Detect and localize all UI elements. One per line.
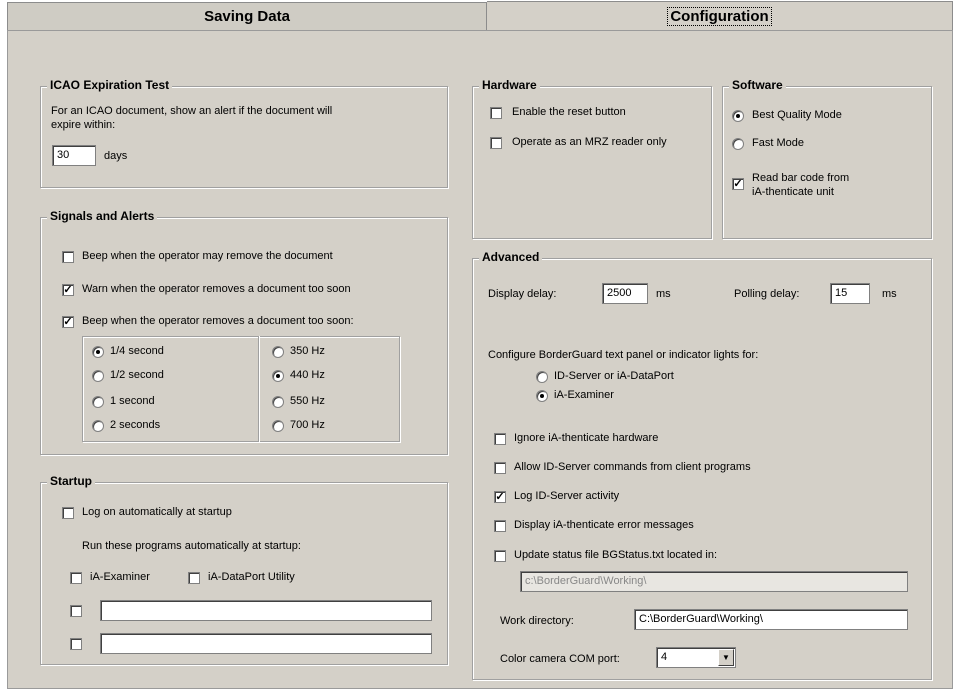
frequency-700-radio[interactable] xyxy=(272,420,284,432)
fast-mode-label: Fast Mode xyxy=(752,137,804,149)
logon-auto-checkbox[interactable] xyxy=(62,507,74,519)
com-port-select[interactable]: 4 ▼ xyxy=(656,647,736,668)
software-title: Software xyxy=(729,78,786,92)
update-status-label: Update status file BGStatus.txt located … xyxy=(514,549,717,561)
display-delay-unit: ms xyxy=(656,288,671,300)
warn-too-soon-label: Warn when the operator removes a documen… xyxy=(82,283,351,295)
startup-examiner-label: iA-Examiner xyxy=(90,571,150,583)
indicator-idserver-label: ID-Server or iA-DataPort xyxy=(554,370,674,382)
beep-may-remove-checkbox[interactable] xyxy=(62,251,74,263)
startup-dataport-label: iA-DataPort Utility xyxy=(208,571,295,583)
display-delay-label: Display delay: xyxy=(488,288,557,300)
run-programs-label: Run these programs automatically at star… xyxy=(82,540,301,552)
allow-commands-label: Allow ID-Server commands from client pro… xyxy=(514,461,751,473)
polling-delay-label: Polling delay: xyxy=(734,288,800,300)
frequency-550-label: 550 Hz xyxy=(290,395,325,407)
startup-title: Startup xyxy=(47,474,95,488)
com-port-label: Color camera COM port: xyxy=(500,653,620,665)
frequency-550-radio[interactable] xyxy=(272,396,284,408)
duration-quarter-radio[interactable] xyxy=(92,346,104,358)
read-barcode-label-line2: iA-thenticate unit xyxy=(752,186,834,198)
duration-quarter-label: 1/4 second xyxy=(110,345,164,357)
ignore-hardware-label: Ignore iA-thenticate hardware xyxy=(514,432,659,444)
ignore-hardware-checkbox[interactable] xyxy=(494,433,506,445)
read-barcode-label-line1: Read bar code from xyxy=(752,172,850,184)
startup-dataport-checkbox[interactable] xyxy=(188,572,200,584)
beep-too-soon-label: Beep when the operator removes a documen… xyxy=(82,315,354,327)
enable-reset-checkbox[interactable] xyxy=(490,107,502,119)
icao-expiration-group: ICAO Expiration Test xyxy=(40,78,448,188)
check-mark-icon: ✓ xyxy=(63,316,73,328)
check-mark-icon: ✓ xyxy=(63,284,73,296)
allow-commands-checkbox[interactable] xyxy=(494,462,506,474)
log-activity-label: Log ID-Server activity xyxy=(514,490,620,502)
beep-options-divider xyxy=(258,336,259,442)
work-directory-label: Work directory: xyxy=(500,615,574,627)
logon-auto-label: Log on automatically at startup xyxy=(82,506,232,518)
polling-delay-input[interactable]: 15 xyxy=(830,283,870,304)
custom-program2-input[interactable] xyxy=(100,633,432,654)
tab-configuration[interactable]: Configuration xyxy=(487,1,953,31)
display-errors-checkbox[interactable] xyxy=(494,520,506,532)
fast-mode-radio[interactable] xyxy=(732,138,744,150)
beep-may-remove-label: Beep when the operator may remove the do… xyxy=(82,250,333,262)
frequency-440-label: 440 Hz xyxy=(290,369,325,381)
signals-alerts-title: Signals and Alerts xyxy=(47,209,158,223)
duration-one-label: 1 second xyxy=(110,395,155,407)
frequency-440-radio[interactable] xyxy=(272,370,284,382)
duration-half-label: 1/2 second xyxy=(110,369,164,381)
log-activity-checkbox[interactable]: ✓ xyxy=(494,491,506,503)
tab-saving-data-label: Saving Data xyxy=(204,8,290,25)
indicator-examiner-label: iA-Examiner xyxy=(554,389,614,401)
icao-description-line2: expire within: xyxy=(51,119,116,131)
work-directory-input[interactable]: C:\BorderGuard\Working\ xyxy=(634,609,908,630)
duration-one-radio[interactable] xyxy=(92,396,104,408)
icao-days-input[interactable]: 30 xyxy=(52,145,96,166)
startup-examiner-checkbox[interactable] xyxy=(70,572,82,584)
warn-too-soon-checkbox[interactable]: ✓ xyxy=(62,284,74,296)
hardware-title: Hardware xyxy=(479,78,540,92)
display-delay-input[interactable]: 2500 xyxy=(602,283,648,304)
best-quality-label: Best Quality Mode xyxy=(752,109,842,121)
frequency-350-radio[interactable] xyxy=(272,346,284,358)
frequency-700-label: 700 Hz xyxy=(290,419,325,431)
tab-configuration-label: Configuration xyxy=(667,7,772,26)
display-errors-label: Display iA-thenticate error messages xyxy=(514,519,694,531)
icao-expiration-title: ICAO Expiration Test xyxy=(47,78,173,92)
indicator-idserver-radio[interactable] xyxy=(536,371,548,383)
mrz-reader-checkbox[interactable] xyxy=(490,137,502,149)
frequency-350-label: 350 Hz xyxy=(290,345,325,357)
custom-program2-checkbox[interactable] xyxy=(70,638,82,650)
indicator-examiner-radio[interactable] xyxy=(536,390,548,402)
tab-saving-data[interactable]: Saving Data xyxy=(7,2,487,30)
configure-borderguard-label: Configure BorderGuard text panel or indi… xyxy=(488,349,759,361)
custom-program1-input[interactable] xyxy=(100,600,432,621)
check-mark-icon: ✓ xyxy=(495,491,505,503)
best-quality-radio[interactable] xyxy=(732,110,744,122)
icao-days-label: days xyxy=(104,150,128,162)
enable-reset-label: Enable the reset button xyxy=(512,106,626,118)
check-mark-icon: ✓ xyxy=(733,178,743,190)
polling-delay-unit: ms xyxy=(882,288,897,300)
custom-program1-checkbox[interactable] xyxy=(70,605,82,617)
mrz-reader-label: Operate as an MRZ reader only xyxy=(512,136,667,148)
duration-two-label: 2 seconds xyxy=(110,419,161,431)
duration-two-radio[interactable] xyxy=(92,420,104,432)
duration-half-radio[interactable] xyxy=(92,370,104,382)
beep-too-soon-checkbox[interactable]: ✓ xyxy=(62,316,74,328)
advanced-title: Advanced xyxy=(479,250,543,264)
chevron-down-icon[interactable]: ▼ xyxy=(718,649,734,666)
read-barcode-checkbox[interactable]: ✓ xyxy=(732,178,744,190)
com-port-value: 4 xyxy=(661,651,668,663)
update-status-checkbox[interactable] xyxy=(494,550,506,562)
status-file-path-input[interactable]: c:\BorderGuard\Working\ xyxy=(520,571,908,592)
icao-description-line1: For an ICAO document, show an alert if t… xyxy=(51,105,333,117)
